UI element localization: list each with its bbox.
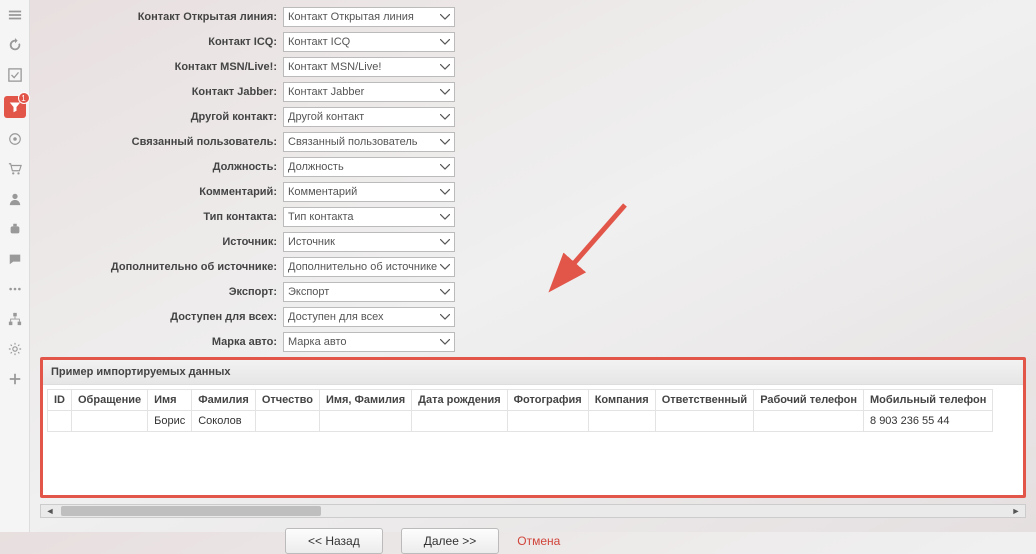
filter-badge-icon[interactable]: 1 — [4, 96, 26, 118]
table-cell — [588, 411, 655, 432]
form-row: Источник:Источник — [40, 231, 1026, 253]
table-cell: Борис — [148, 411, 192, 432]
gear-icon[interactable] — [6, 340, 24, 358]
preview-column-header: Имя, Фамилия — [319, 390, 411, 411]
form-row: Должность:Должность — [40, 156, 1026, 178]
filter-badge-count: 1 — [18, 92, 30, 104]
form-row: Контакт MSN/Live!:Контакт MSN/Live! — [40, 56, 1026, 78]
refresh-icon[interactable] — [6, 36, 24, 54]
preview-column-header: Компания — [588, 390, 655, 411]
table-cell — [255, 411, 319, 432]
preview-column-header: Фотография — [507, 390, 588, 411]
table-cell — [48, 411, 72, 432]
field-label: Тип контакта: — [40, 211, 283, 223]
field-mapping-select[interactable]: Контакт Jabber — [283, 82, 455, 102]
preview-column-header: Мобильный телефон — [864, 390, 993, 411]
field-label: Источник: — [40, 236, 283, 248]
preview-title: Пример импортируемых данных — [43, 360, 1023, 385]
form-row: Контакт Jabber:Контакт Jabber — [40, 81, 1026, 103]
table-cell — [507, 411, 588, 432]
preview-column-header: Рабочий телефон — [754, 390, 864, 411]
form-row: Экспорт:Экспорт — [40, 281, 1026, 303]
field-mapping-select[interactable]: Дополнительно об источнике — [283, 257, 455, 277]
chat-icon[interactable] — [6, 250, 24, 268]
menu-icon[interactable] — [6, 6, 24, 24]
horizontal-scrollbar[interactable]: ◄ ► — [40, 504, 1026, 518]
form-row: Другой контакт:Другой контакт — [40, 106, 1026, 128]
preview-table: IDОбращениеИмяФамилияОтчествоИмя, Фамили… — [47, 389, 993, 432]
preview-column-header: Отчество — [255, 390, 319, 411]
scroll-left-arrow[interactable]: ◄ — [43, 505, 57, 517]
preview-column-header: Дата рождения — [412, 390, 508, 411]
field-mapping-select[interactable]: Контакт Открытая линия — [283, 7, 455, 27]
form-row: Дополнительно об источнике:Дополнительно… — [40, 256, 1026, 278]
field-mapping-select[interactable]: Тип контакта — [283, 207, 455, 227]
form-row: Доступен для всех:Доступен для всех — [40, 306, 1026, 328]
cart-icon[interactable] — [6, 160, 24, 178]
field-mapping-select[interactable]: Контакт MSN/Live! — [283, 57, 455, 77]
field-mapping-select[interactable]: Другой контакт — [283, 107, 455, 127]
scroll-right-arrow[interactable]: ► — [1009, 505, 1023, 517]
field-mapping-select[interactable]: Экспорт — [283, 282, 455, 302]
checkbox-icon[interactable] — [6, 66, 24, 84]
field-mapping-select[interactable]: Марка авто — [283, 332, 455, 352]
table-cell: 8 903 236 55 44 — [864, 411, 993, 432]
preview-column-header: Обращение — [72, 390, 148, 411]
target-icon[interactable] — [6, 130, 24, 148]
field-label: Доступен для всех: — [40, 311, 283, 323]
field-mapping-select[interactable]: Связанный пользователь — [283, 132, 455, 152]
form-row: Марка авто:Марка авто — [40, 331, 1026, 353]
sitemap-icon[interactable] — [6, 310, 24, 328]
form-row: Комментарий:Комментарий — [40, 181, 1026, 203]
people-icon[interactable] — [6, 190, 24, 208]
field-mapping-select[interactable]: Источник — [283, 232, 455, 252]
field-label: Дополнительно об источнике: — [40, 261, 283, 273]
field-label: Должность: — [40, 161, 283, 173]
form-row: Тип контакта:Тип контакта — [40, 206, 1026, 228]
form-row: Контакт Открытая линия:Контакт Открытая … — [40, 6, 1026, 28]
table-cell — [319, 411, 411, 432]
table-cell — [72, 411, 148, 432]
table-cell — [754, 411, 864, 432]
field-label: Контакт Открытая линия: — [40, 11, 283, 23]
table-cell: Соколов — [192, 411, 256, 432]
field-label: Другой контакт: — [40, 111, 283, 123]
field-mapping-select[interactable]: Доступен для всех — [283, 307, 455, 327]
field-label: Контакт Jabber: — [40, 86, 283, 98]
preview-column-header: Фамилия — [192, 390, 256, 411]
field-label: Контакт ICQ: — [40, 36, 283, 48]
dots-icon[interactable] — [6, 280, 24, 298]
preview-column-header: ID — [48, 390, 72, 411]
left-sidebar: 1 — [0, 0, 30, 532]
field-mapping-select[interactable]: Контакт ICQ — [283, 32, 455, 52]
robot-icon[interactable] — [6, 220, 24, 238]
field-label: Марка авто: — [40, 336, 283, 348]
form-row: Связанный пользователь:Связанный пользов… — [40, 131, 1026, 153]
form-row: Контакт ICQ:Контакт ICQ — [40, 31, 1026, 53]
table-cell — [412, 411, 508, 432]
table-cell — [655, 411, 753, 432]
plus-icon[interactable] — [6, 370, 24, 388]
field-label: Контакт MSN/Live!: — [40, 61, 283, 73]
cancel-link[interactable]: Отмена — [517, 534, 560, 548]
preview-column-header: Имя — [148, 390, 192, 411]
table-row: БорисСоколов 8 903 236 55 44 — [48, 411, 993, 432]
field-label: Связанный пользователь: — [40, 136, 283, 148]
field-mapping-select[interactable]: Комментарий — [283, 182, 455, 202]
field-label: Экспорт: — [40, 286, 283, 298]
main-content: Контакт Открытая линия:Контакт Открытая … — [30, 0, 1036, 532]
preview-column-header: Ответственный — [655, 390, 753, 411]
field-mapping-select[interactable]: Должность — [283, 157, 455, 177]
scrollbar-thumb[interactable] — [61, 506, 321, 516]
field-label: Комментарий: — [40, 186, 283, 198]
import-preview-panel: Пример импортируемых данных IDОбращениеИ… — [40, 357, 1026, 498]
